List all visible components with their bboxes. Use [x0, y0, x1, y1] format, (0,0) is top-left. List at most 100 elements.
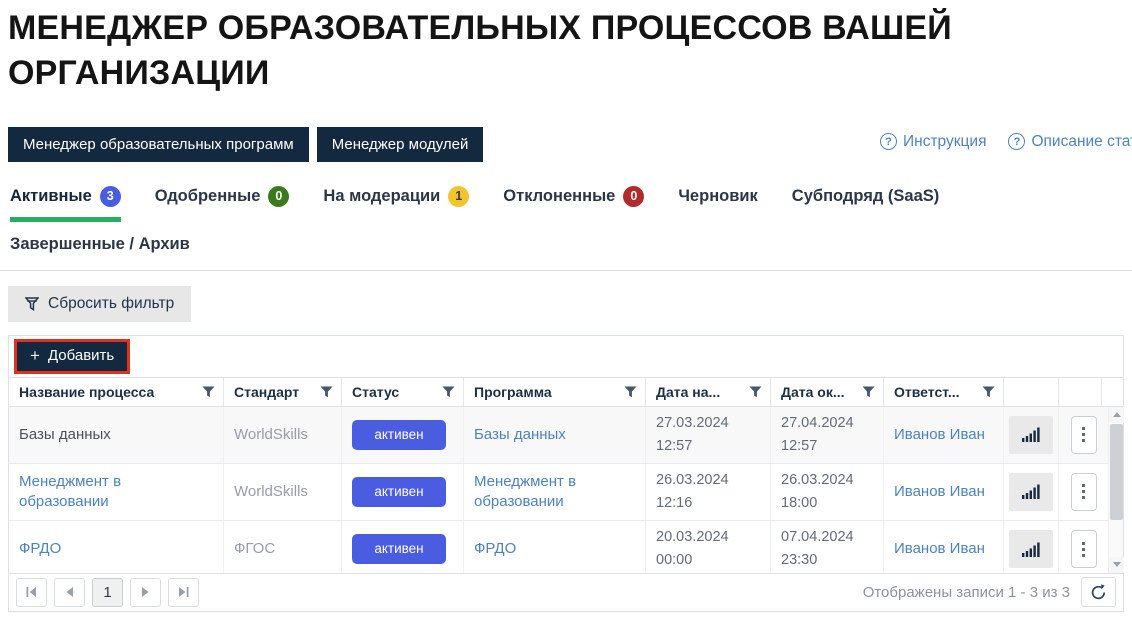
previous-page-icon	[65, 587, 74, 597]
program-link[interactable]: ФРДО	[474, 539, 635, 559]
program-link[interactable]: Базы данных	[474, 425, 635, 445]
program-cell: Базы данных	[464, 407, 646, 463]
date-start-time: 12:16	[656, 492, 760, 515]
responsible-link[interactable]: Иванов Иван	[894, 482, 993, 502]
column-header-status[interactable]: Статус	[342, 378, 464, 406]
responsible-cell: Иванов Иван	[884, 407, 1004, 463]
stats-button[interactable]	[1009, 416, 1053, 454]
tab-archive[interactable]: Завершенные / Архив	[10, 235, 1122, 254]
column-header-label: Программа	[474, 384, 552, 400]
tab-subcontract[interactable]: Субподряд (SaaS)	[792, 186, 940, 222]
standard-value: ФГОС	[234, 539, 331, 559]
scroll-down-button[interactable]	[1109, 557, 1124, 573]
records-info: Отображены записи 1 - 3 из 3	[863, 584, 1070, 601]
help-links: ? Инструкция ? Описание статусов	[880, 133, 1132, 151]
arrow-up-icon	[1113, 412, 1121, 417]
column-header-program[interactable]: Программа	[464, 378, 646, 406]
manager-modules-button[interactable]: Менеджер модулей	[317, 127, 484, 162]
tab-active[interactable]: Активные 3	[10, 186, 121, 222]
scroll-up-button[interactable]	[1109, 407, 1124, 423]
table-footer: 1 Отображены записи 1 - 3 из 3	[9, 573, 1123, 611]
column-header-label: Дата на...	[656, 384, 720, 400]
instruction-link[interactable]: ? Инструкция	[880, 133, 986, 151]
arrow-down-icon	[1113, 562, 1121, 567]
row-menu-button[interactable]	[1071, 416, 1097, 454]
date-end-time: 23:30	[781, 549, 873, 572]
status-description-link[interactable]: ? Описание статусов	[1008, 133, 1132, 151]
date-end-cell: 27.04.2024 12:57	[771, 407, 884, 463]
column-header-standard[interactable]: Стандарт	[224, 378, 342, 406]
first-page-button[interactable]	[16, 578, 47, 607]
tab-label: Субподряд (SaaS)	[792, 187, 940, 206]
stats-button[interactable]	[1009, 530, 1053, 568]
tab-count-badge: 1	[448, 186, 469, 207]
column-header-label: Ответст...	[894, 384, 960, 400]
refresh-button[interactable]	[1081, 577, 1116, 607]
status-badge: активен	[352, 534, 446, 564]
date-end-date: 07.04.2024	[781, 526, 873, 549]
column-header-name[interactable]: Название процесса	[9, 378, 224, 406]
filter-icon[interactable]	[749, 386, 762, 398]
filter-icon[interactable]	[982, 386, 995, 398]
bar-chart-icon	[1022, 427, 1040, 442]
program-link[interactable]: Менеджмент в образовании	[474, 472, 635, 513]
standard-cell: ФГОС	[224, 521, 342, 578]
column-header-actions	[1059, 378, 1102, 406]
standard-cell: WorldSkills	[224, 407, 342, 463]
column-header-spacer	[1102, 378, 1123, 406]
tab-draft[interactable]: Черновик	[678, 186, 757, 222]
toolbar: Менеджер образовательных программ Менедж…	[8, 126, 1124, 163]
last-page-icon	[178, 587, 189, 597]
stats-cell	[1004, 464, 1059, 520]
first-page-icon	[26, 587, 37, 597]
column-header-date-end[interactable]: Дата ок...	[771, 378, 884, 406]
previous-page-button[interactable]	[54, 578, 85, 607]
filter-icon[interactable]	[202, 386, 215, 398]
column-header-label: Стандарт	[234, 384, 299, 400]
actions-cell	[1059, 407, 1108, 463]
stats-button[interactable]	[1009, 473, 1053, 511]
filter-icon[interactable]	[442, 386, 455, 398]
divider	[0, 270, 1132, 271]
reset-filter-button[interactable]: Сбросить фильтр	[8, 286, 191, 322]
tab-approved[interactable]: Одобренные 0	[155, 186, 290, 222]
status-badge: активен	[352, 420, 446, 450]
filter-icon[interactable]	[624, 386, 637, 398]
question-icon: ?	[880, 133, 897, 150]
actions-cell	[1059, 521, 1108, 578]
row-menu-button[interactable]	[1071, 473, 1097, 511]
status-cell: активен	[342, 407, 464, 463]
page-number-button[interactable]: 1	[92, 578, 123, 607]
column-header-date-start[interactable]: Дата на...	[646, 378, 771, 406]
column-header-stats	[1004, 378, 1059, 406]
status-cell: активен	[342, 464, 464, 520]
date-start-time: 12:57	[656, 435, 760, 458]
process-name-cell: Менеджмент в образовании	[9, 464, 224, 520]
process-name-link[interactable]: Менеджмент в образовании	[19, 472, 213, 513]
next-page-button[interactable]	[130, 578, 161, 607]
tab-rejected[interactable]: Отклоненные 0	[503, 186, 644, 222]
responsible-link[interactable]: Иванов Иван	[894, 539, 993, 559]
add-button[interactable]: + Добавить	[14, 339, 130, 374]
process-name[interactable]: Базы данных	[19, 425, 213, 445]
column-header-label: Дата ок...	[781, 384, 845, 400]
last-page-button[interactable]	[168, 578, 199, 607]
date-start-cell: 20.03.2024 00:00	[646, 521, 771, 578]
filter-icon[interactable]	[862, 386, 875, 398]
date-start-date: 26.03.2024	[656, 469, 760, 492]
column-header-responsible[interactable]: Ответст...	[884, 378, 1004, 406]
tab-moderation[interactable]: На модерации 1	[323, 186, 469, 222]
status-description-link-label: Описание статусов	[1031, 133, 1132, 151]
bar-chart-icon	[1022, 542, 1040, 557]
filter-icon[interactable]	[320, 386, 333, 398]
date-start-cell: 27.03.2024 12:57	[646, 407, 771, 463]
process-name-link[interactable]: ФРДО	[19, 539, 213, 559]
table-rows: Базы данных WorldSkills активен Базы дан…	[9, 407, 1108, 573]
vertical-scrollbar[interactable]	[1108, 407, 1123, 573]
next-page-icon	[141, 587, 150, 597]
manager-programs-button[interactable]: Менеджер образовательных программ	[8, 127, 309, 162]
responsible-link[interactable]: Иванов Иван	[894, 425, 993, 445]
scrollbar-thumb[interactable]	[1110, 424, 1123, 520]
column-header-label: Статус	[352, 384, 399, 400]
row-menu-button[interactable]	[1071, 530, 1097, 568]
